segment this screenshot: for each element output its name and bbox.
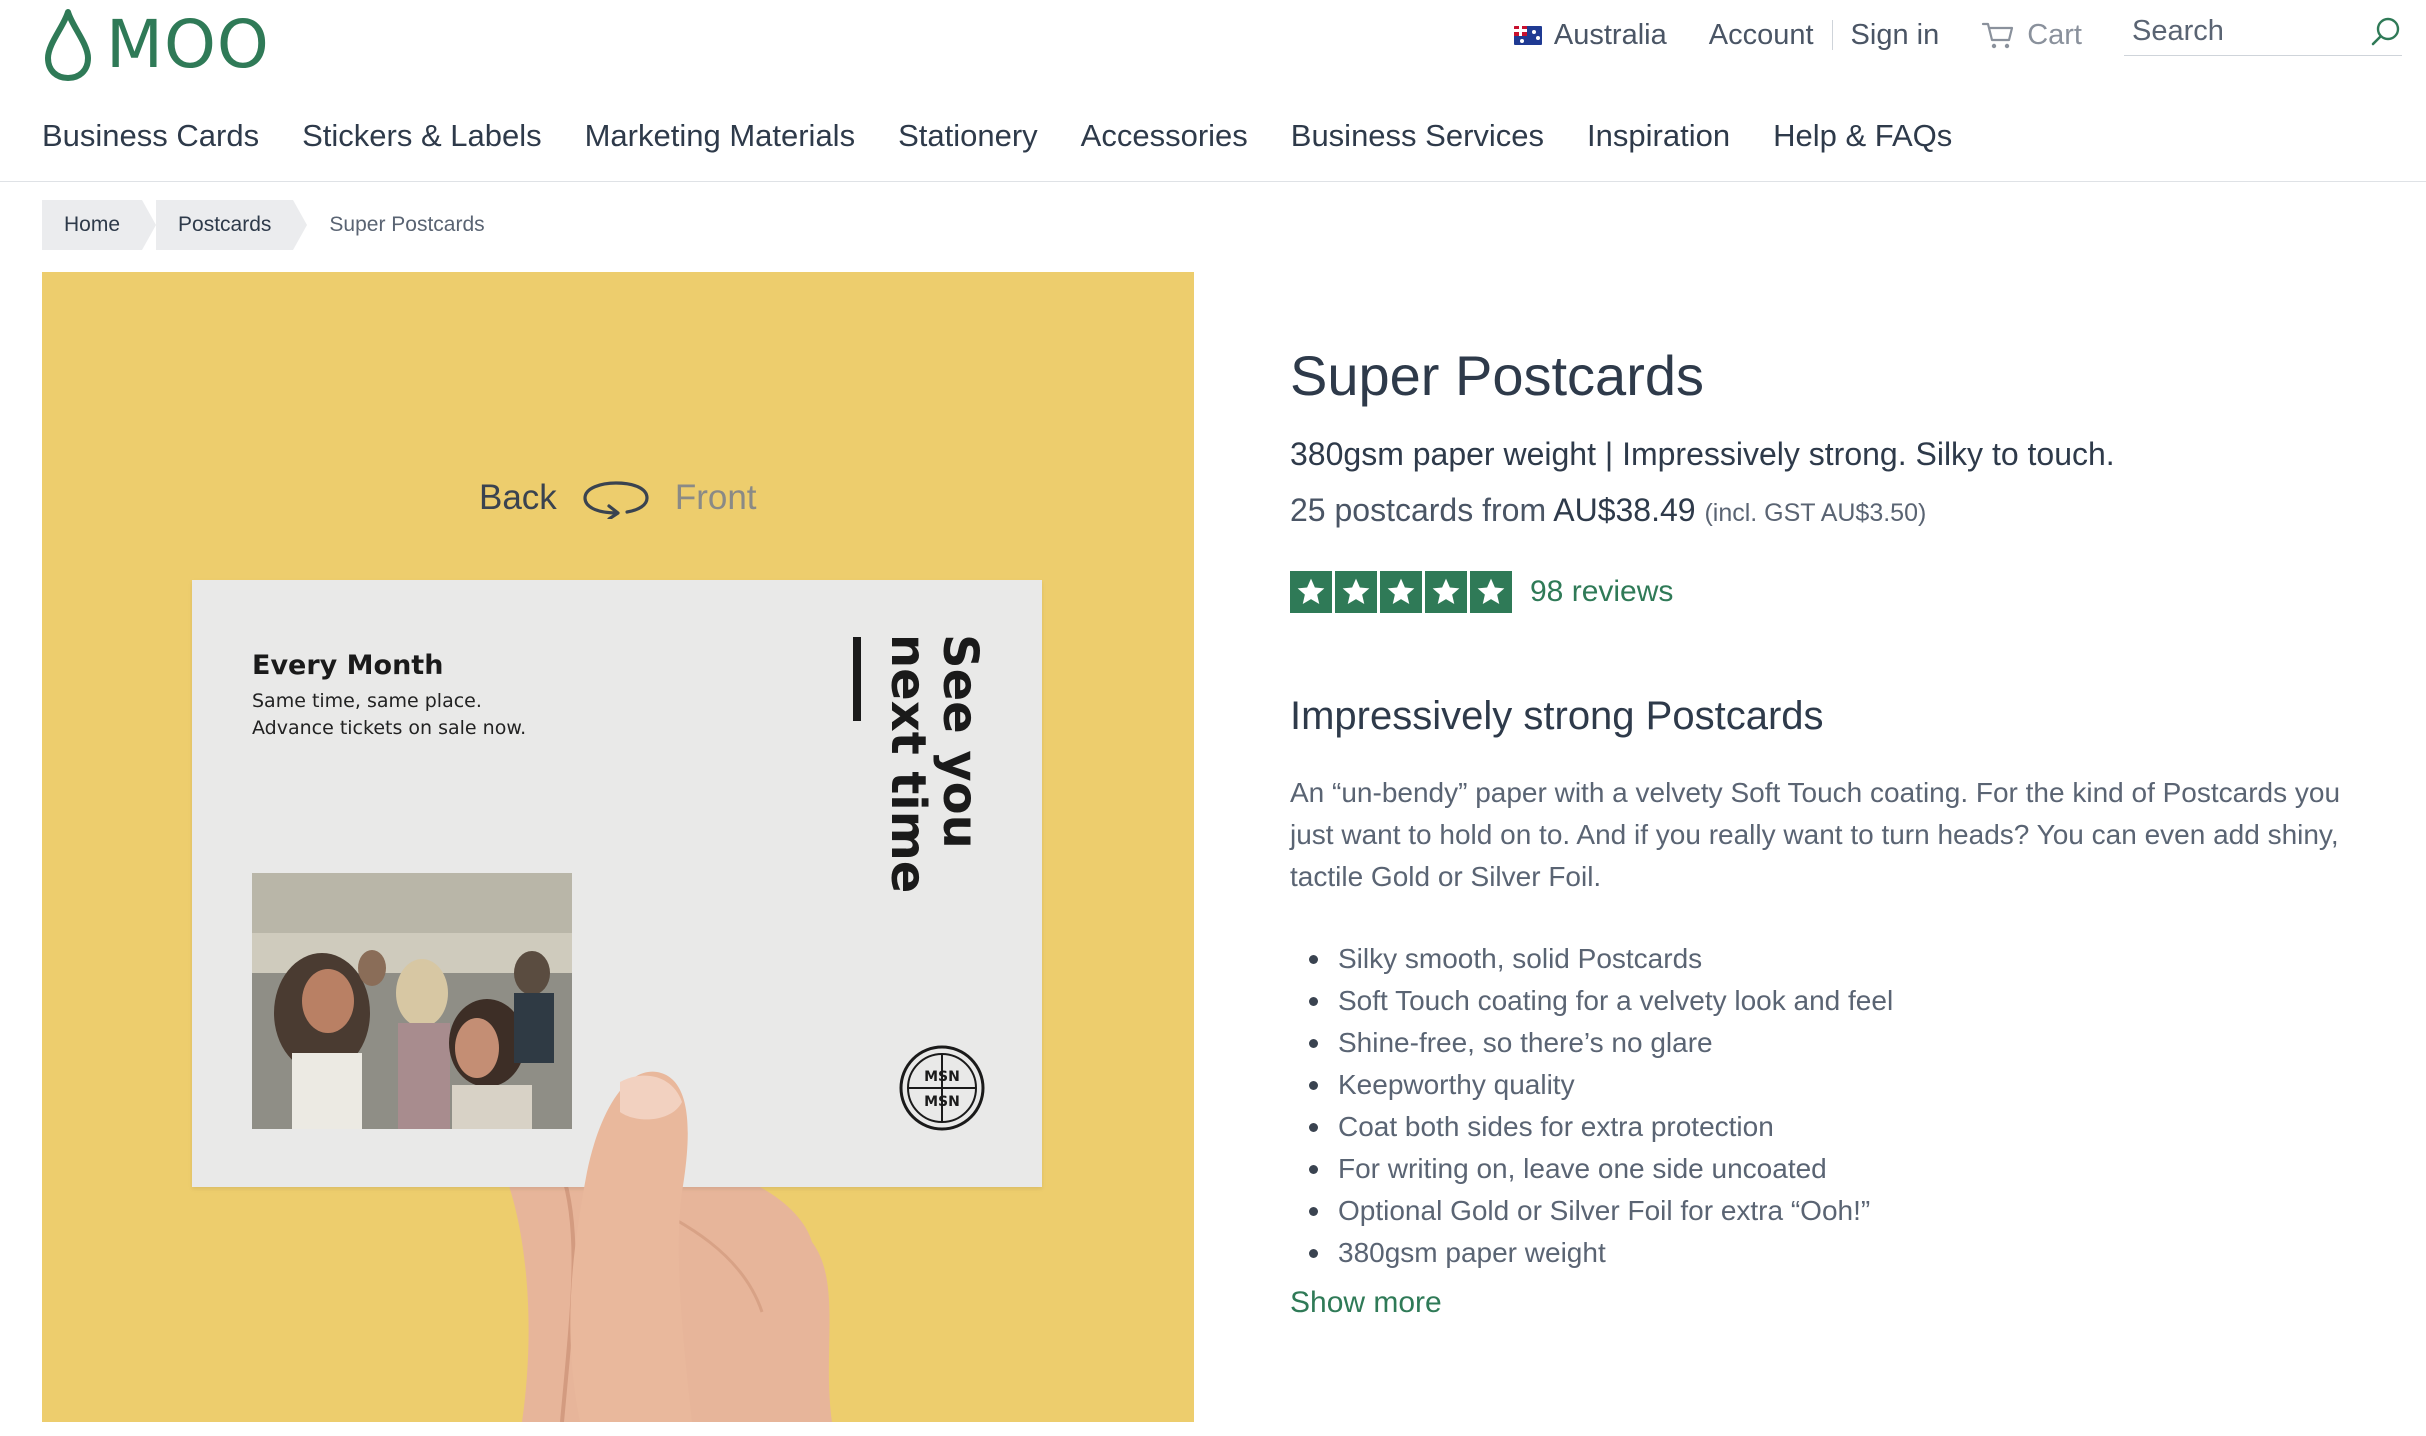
australia-flag-icon [1513, 25, 1542, 45]
product-title: Super Postcards [1290, 344, 1704, 407]
product-info: Super Postcards 380gsm paper weight | Im… [1290, 340, 2370, 1320]
feature-list: Silky smooth, solid Postcards Soft Touch… [1290, 938, 2370, 1274]
nav-accessories[interactable]: Accessories [1081, 118, 1248, 154]
star-icon [1470, 571, 1512, 613]
divider [1831, 20, 1833, 50]
star-icon [1335, 571, 1377, 613]
cart-icon [1982, 22, 2014, 49]
nav-business-cards[interactable]: Business Cards [42, 118, 259, 154]
search-icon[interactable] [2370, 16, 2402, 48]
nav-help-faqs[interactable]: Help & FAQs [1773, 118, 1952, 154]
product-description: An “un-bendy” paper with a velvety Soft … [1290, 777, 2341, 893]
rating[interactable]: 98 reviews [1290, 571, 2370, 613]
nav-business-services[interactable]: Business Services [1291, 118, 1544, 154]
list-item: Optional Gold or Silver Foil for extra “… [1309, 1190, 2370, 1232]
nav-stationery[interactable]: Stationery [898, 118, 1038, 154]
search-input[interactable] [2130, 14, 2334, 49]
nav-marketing-materials[interactable]: Marketing Materials [585, 118, 855, 154]
moo-logo[interactable]: MOO [42, 8, 270, 82]
star-icon [1380, 571, 1422, 613]
list-item: Silky smooth, solid Postcards [1309, 938, 2370, 980]
logo-text: MOO [106, 6, 270, 83]
list-item: Shine-free, so there’s no glare [1309, 1022, 2370, 1064]
price-prefix: 25 postcards from [1290, 492, 1547, 528]
list-item: For writing on, leave one side uncoated [1309, 1148, 2370, 1190]
star-rating [1290, 571, 1512, 613]
utility-nav: Australia Account Sign in Cart [1513, 14, 2402, 56]
country-label: Australia [1553, 18, 1667, 51]
sign-in-link[interactable]: Sign in [1851, 19, 1940, 52]
breadcrumb-current: Super Postcards [329, 213, 485, 236]
list-item: Coat both sides for extra protection [1309, 1106, 2370, 1148]
breadcrumb-home[interactable]: Home [42, 200, 157, 250]
list-item: Keepworthy quality [1309, 1064, 2370, 1106]
main-nav: Business Cards Stickers & Labels Marketi… [42, 118, 1995, 154]
product-tagline: 380gsm paper weight | Impressively stron… [1290, 436, 2115, 472]
breadcrumb-postcards[interactable]: Postcards [156, 200, 308, 250]
breadcrumb: Home Postcards Super Postcards [42, 200, 521, 250]
section-heading: Impressively strong Postcards [1290, 694, 1824, 738]
moo-drop-icon [45, 9, 91, 81]
thumb-illustration [570, 1071, 692, 1422]
reviews-link[interactable]: 98 reviews [1530, 575, 1673, 609]
list-item: 380gsm paper weight [1309, 1232, 2370, 1274]
list-item: Soft Touch coating for a velvety look an… [1309, 980, 2370, 1022]
country-selector[interactable]: Australia [1513, 18, 1667, 52]
cart-link[interactable]: Cart [1981, 19, 2082, 52]
star-icon [1425, 571, 1467, 613]
show-more-link[interactable]: Show more [1290, 1286, 1442, 1320]
nav-stickers-labels[interactable]: Stickers & Labels [302, 118, 542, 154]
product-image: Back Front Every Month Same time, same p… [42, 272, 1194, 1422]
cart-label: Cart [2027, 18, 2082, 51]
nav-divider [0, 181, 2426, 182]
account-link[interactable]: Account [1709, 19, 1814, 52]
product-price: 25 postcards from AU$38.49 (incl. GST AU… [1290, 490, 2370, 533]
price-gst: (incl. GST AU$3.50) [1704, 499, 1927, 527]
price-amount: AU$38.49 [1553, 492, 1696, 528]
nav-inspiration[interactable]: Inspiration [1587, 118, 1730, 154]
star-icon [1290, 571, 1332, 613]
search-box [2124, 14, 2402, 56]
